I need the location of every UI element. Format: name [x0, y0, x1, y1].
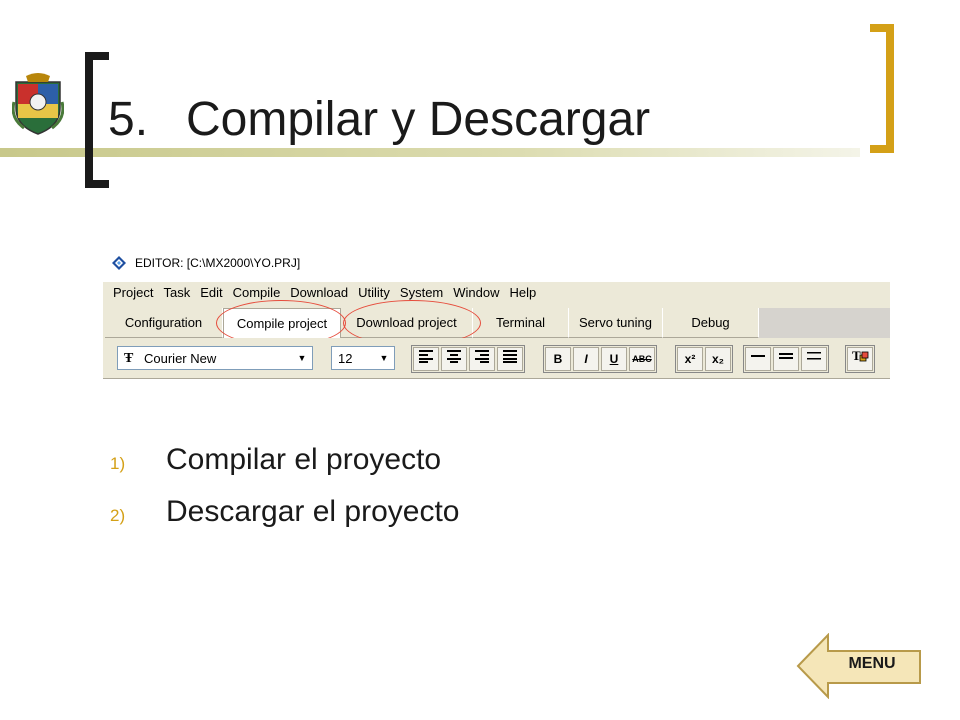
underline-button[interactable]: U [601, 347, 627, 371]
editor-window-title: EDITOR: [C:\MX2000\YO.PRJ] [135, 256, 301, 270]
alignment-group [411, 345, 525, 373]
left-bracket-decoration [85, 52, 109, 188]
right-bracket-decoration [870, 24, 894, 153]
university-crest-icon [11, 72, 65, 136]
editor-screenshot: EDITOR: [C:\MX2000\YO.PRJ] Project Task … [103, 242, 890, 382]
tab-bar-filler [759, 308, 890, 338]
chevron-down-icon[interactable]: ▼ [374, 347, 394, 369]
font-size-value: 12 [338, 351, 353, 366]
menu-help[interactable]: Help [510, 282, 537, 304]
menu-edit[interactable]: Edit [200, 282, 222, 304]
header-olive-bar [0, 148, 860, 157]
editor-app-icon [111, 255, 127, 271]
text-style-group: B I U ABC [543, 345, 657, 373]
tab-download-project[interactable]: Download project [341, 308, 473, 338]
list-marker: 2) [110, 506, 126, 525]
font-family-value: Courier New [144, 351, 217, 366]
line-style-group [743, 345, 829, 373]
chevron-down-icon[interactable]: ▼ [292, 347, 312, 369]
truetype-font-icon: Ŧ [124, 351, 134, 366]
bold-button[interactable]: B [545, 347, 571, 371]
menu-system[interactable]: System [400, 282, 443, 304]
font-size-select[interactable]: 12 ▼ [331, 346, 395, 370]
tab-servo-tuning[interactable]: Servo tuning [569, 308, 663, 338]
align-center-icon[interactable] [441, 347, 467, 371]
slide-number: 5. [108, 93, 149, 146]
menu-button[interactable]: MENU [796, 633, 922, 699]
menu-button-label: MENU [848, 655, 896, 672]
menu-window[interactable]: Window [453, 282, 499, 304]
page-title: 5. Compilar y Descargar [108, 92, 650, 147]
list-marker: 1) [110, 454, 126, 473]
color-group: T [845, 345, 875, 373]
tab-configuration[interactable]: Configuration [105, 308, 223, 338]
menu-compile[interactable]: Compile [233, 282, 281, 304]
script-group: x² x₂ [675, 345, 733, 373]
editor-ruler [103, 378, 890, 382]
menu-task[interactable]: Task [163, 282, 190, 304]
align-justify-icon[interactable] [497, 347, 523, 371]
line-style-2-icon[interactable] [773, 347, 799, 371]
line-style-3-icon[interactable] [801, 347, 827, 371]
tab-terminal[interactable]: Terminal [473, 308, 569, 338]
line-style-1-icon[interactable] [745, 347, 771, 371]
menu-utility[interactable]: Utility [358, 282, 390, 304]
editor-menubar: Project Task Edit Compile Download Utili… [103, 282, 890, 304]
editor-toolbar: Ŧ Courier New ▼ 12 ▼ B I U ABC x² x₂ T [103, 338, 890, 382]
font-family-select[interactable]: Ŧ Courier New ▼ [117, 346, 313, 370]
list-item-text: Compilar el proyecto [166, 443, 442, 476]
superscript-button[interactable]: x² [677, 347, 703, 371]
subscript-button[interactable]: x₂ [705, 347, 731, 371]
menu-download[interactable]: Download [290, 282, 348, 304]
align-right-icon[interactable] [469, 347, 495, 371]
italic-button[interactable]: I [573, 347, 599, 371]
align-left-icon[interactable] [413, 347, 439, 371]
editor-tabs: Configuration Compile project Download p… [105, 308, 759, 338]
strikethrough-button[interactable]: ABC [629, 347, 655, 371]
editor-titlebar: EDITOR: [C:\MX2000\YO.PRJ] [103, 242, 890, 282]
list-item-text: Descargar el proyecto [166, 495, 460, 528]
text-color-icon[interactable]: T [847, 347, 873, 371]
tab-compile-project[interactable]: Compile project [223, 308, 341, 338]
tab-debug[interactable]: Debug [663, 308, 759, 338]
menu-project[interactable]: Project [113, 282, 153, 304]
slide-title-text: Compilar y Descargar [186, 93, 651, 146]
